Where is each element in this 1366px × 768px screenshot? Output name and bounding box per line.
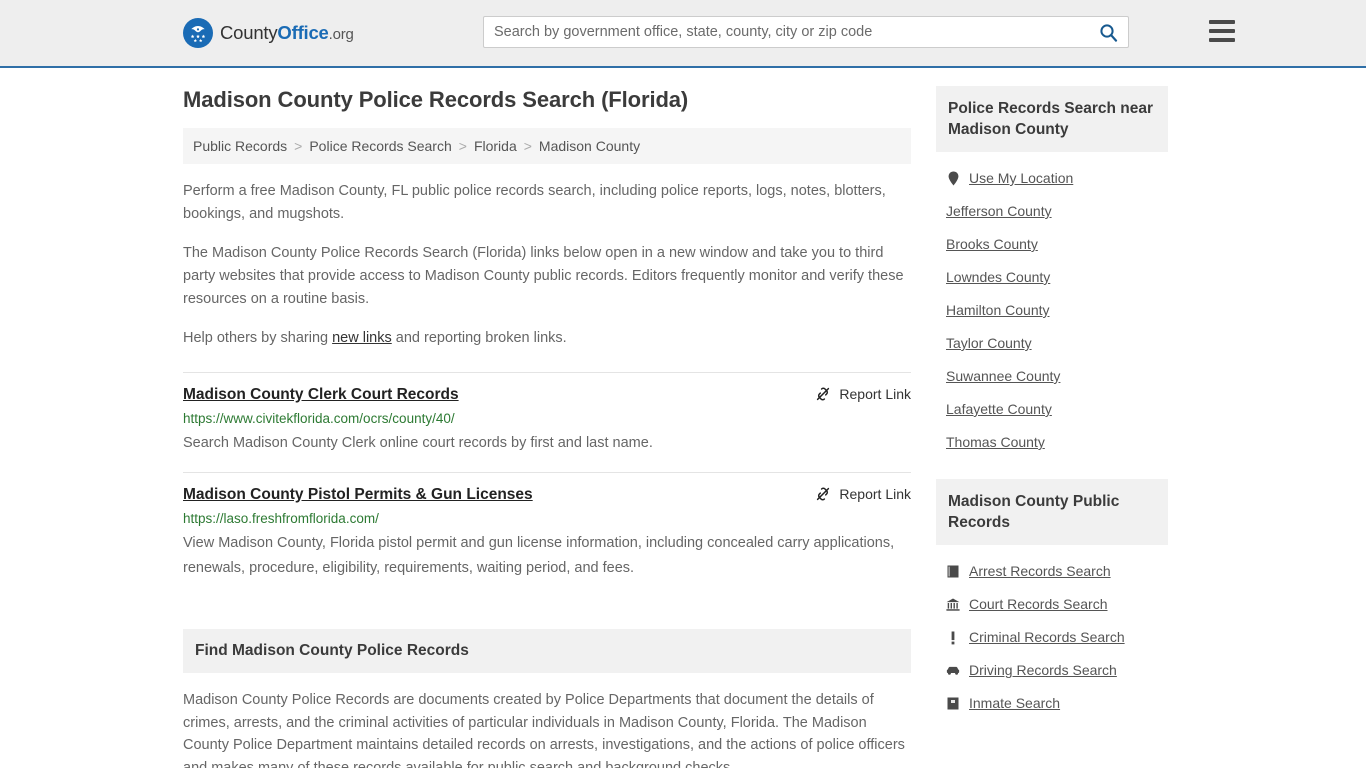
search-bar <box>483 16 1129 48</box>
map-pin-icon <box>946 171 960 186</box>
sidebar-link[interactable]: Criminal Records Search <box>969 628 1125 647</box>
sidebar-item-lafayette-county[interactable]: Lafayette County <box>936 393 1168 426</box>
sidebar-link[interactable]: Arrest Records Search <box>969 562 1111 581</box>
sidebar-item-lowndes-county[interactable]: Lowndes County <box>936 261 1168 294</box>
brand-part-office: Office <box>277 22 329 43</box>
results-list: Madison County Clerk Court Records Repor… <box>183 372 911 597</box>
sidebar-item-thomas-county[interactable]: Thomas County <box>936 426 1168 459</box>
breadcrumb-separator: > <box>523 138 532 154</box>
brand-part-tld: .org <box>328 26 354 43</box>
breadcrumb-item-public-records[interactable]: Public Records <box>193 138 287 154</box>
sidebar-item-arrest-records-search[interactable]: Arrest Records Search <box>936 555 1168 588</box>
sidebar-near-box: Police Records Search near Madison Count… <box>936 86 1168 459</box>
sidebar-link[interactable]: Inmate Search <box>969 694 1060 713</box>
hamburger-bar <box>1209 38 1235 42</box>
intro-paragraph-3: Help others by sharing new links and rep… <box>183 327 911 350</box>
breadcrumb-separator: > <box>294 138 303 154</box>
result-url: https://www.civitekflorida.com/ocrs/coun… <box>183 411 455 426</box>
exclamation-icon <box>946 630 960 645</box>
result-item: Madison County Clerk Court Records Repor… <box>183 372 911 472</box>
find-records-heading: Find Madison County Police Records <box>183 629 911 673</box>
sidebar-link[interactable]: Hamilton County <box>946 301 1050 320</box>
sidebar-link[interactable]: Jefferson County <box>946 202 1052 221</box>
new-links-link[interactable]: new links <box>332 330 392 346</box>
sidebar-item-criminal-records-search[interactable]: Criminal Records Search <box>936 621 1168 654</box>
search-input[interactable] <box>484 17 1088 47</box>
report-link-label: Report Link <box>839 386 911 402</box>
sidebar-item-inmate-search[interactable]: Inmate Search <box>936 687 1168 720</box>
sidebar-item-suwannee-county[interactable]: Suwannee County <box>936 360 1168 393</box>
sidebar-link[interactable]: Use My Location <box>969 169 1073 188</box>
breadcrumb-item-florida[interactable]: Florida <box>474 138 517 154</box>
courthouse-icon <box>946 597 960 612</box>
report-link-button[interactable]: Report Link <box>815 385 911 402</box>
sidebar-item-taylor-county[interactable]: Taylor County <box>936 327 1168 360</box>
sidebar-item-brooks-county[interactable]: Brooks County <box>936 228 1168 261</box>
page-container: Madison County Police Records Search (Fl… <box>183 68 1183 768</box>
report-link-label: Report Link <box>839 486 911 502</box>
find-records-body: Madison County Police Records are docume… <box>183 689 911 768</box>
eagle-logo-icon <box>183 18 213 48</box>
sidebar-link[interactable]: Lafayette County <box>946 400 1052 419</box>
book-icon <box>946 564 960 579</box>
brand-wordmark: CountyOffice.org <box>220 22 354 44</box>
sidebar-item-jefferson-county[interactable]: Jefferson County <box>936 195 1168 228</box>
sidebar-item-court-records-search[interactable]: Court Records Search <box>936 588 1168 621</box>
result-description: View Madison County, Florida pistol perm… <box>183 535 895 576</box>
main-content: Madison County Police Records Search (Fl… <box>183 86 911 768</box>
site-logo[interactable]: CountyOffice.org <box>183 18 354 48</box>
result-url: https://laso.freshfromflorida.com/ <box>183 511 379 526</box>
sidebar-public-records-list: Arrest Records Search Court Records Sear… <box>936 545 1168 720</box>
hamburger-bar <box>1209 20 1235 24</box>
broken-link-icon <box>817 387 830 401</box>
intro-paragraph-1: Perform a free Madison County, FL public… <box>183 183 886 222</box>
sidebar-item-driving-records-search[interactable]: Driving Records Search <box>936 654 1168 687</box>
find-records-paragraph: Madison County Police Records are docume… <box>183 692 905 768</box>
intro-text: Perform a free Madison County, FL public… <box>183 180 911 350</box>
breadcrumb: Public Records > Police Records Search >… <box>183 128 911 164</box>
search-button[interactable] <box>1088 17 1128 47</box>
intro-p3-before: Help others by sharing <box>183 330 333 346</box>
site-header: CountyOffice.org <box>0 0 1366 68</box>
breadcrumb-separator: > <box>458 138 467 154</box>
sidebar-link[interactable]: Suwannee County <box>946 367 1060 386</box>
sidebar-link[interactable]: Driving Records Search <box>969 661 1117 680</box>
sidebar-link[interactable]: Taylor County <box>946 334 1032 353</box>
result-description: Search Madison County Clerk online court… <box>183 435 653 451</box>
search-icon <box>1099 23 1117 42</box>
breadcrumb-item-police-records-search[interactable]: Police Records Search <box>309 138 451 154</box>
sidebar-near-list: Use My Location Jefferson County Brooks … <box>936 152 1168 459</box>
page-title: Madison County Police Records Search (Fl… <box>183 87 689 112</box>
sidebar-near-heading: Police Records Search near Madison Count… <box>936 86 1168 152</box>
hamburger-bar <box>1209 29 1235 33</box>
sidebar-public-records-heading: Madison County Public Records <box>936 479 1168 545</box>
report-link-button[interactable]: Report Link <box>815 485 911 502</box>
sidebar-link[interactable]: Thomas County <box>946 433 1045 452</box>
sidebar-item-hamilton-county[interactable]: Hamilton County <box>936 294 1168 327</box>
jail-icon <box>946 696 960 711</box>
car-icon <box>946 663 960 678</box>
intro-p3-after: and reporting broken links. <box>391 330 567 346</box>
sidebar-link[interactable]: Brooks County <box>946 235 1038 254</box>
result-title-link[interactable]: Madison County Pistol Permits & Gun Lice… <box>183 485 533 505</box>
menu-button[interactable] <box>1209 20 1235 42</box>
sidebar-link[interactable]: Court Records Search <box>969 595 1108 614</box>
sidebar: Police Records Search near Madison Count… <box>936 86 1168 740</box>
sidebar-item-use-my-location[interactable]: Use My Location <box>936 162 1168 195</box>
result-item: Madison County Pistol Permits & Gun Lice… <box>183 472 911 597</box>
result-title-link[interactable]: Madison County Clerk Court Records <box>183 385 459 405</box>
sidebar-public-records-box: Madison County Public Records Arrest Rec… <box>936 479 1168 720</box>
brand-part-county: County <box>220 22 278 43</box>
sidebar-link[interactable]: Lowndes County <box>946 268 1050 287</box>
breadcrumb-item-madison-county: Madison County <box>538 138 641 154</box>
intro-paragraph-2: The Madison County Police Records Search… <box>183 245 904 307</box>
broken-link-icon <box>817 487 830 501</box>
